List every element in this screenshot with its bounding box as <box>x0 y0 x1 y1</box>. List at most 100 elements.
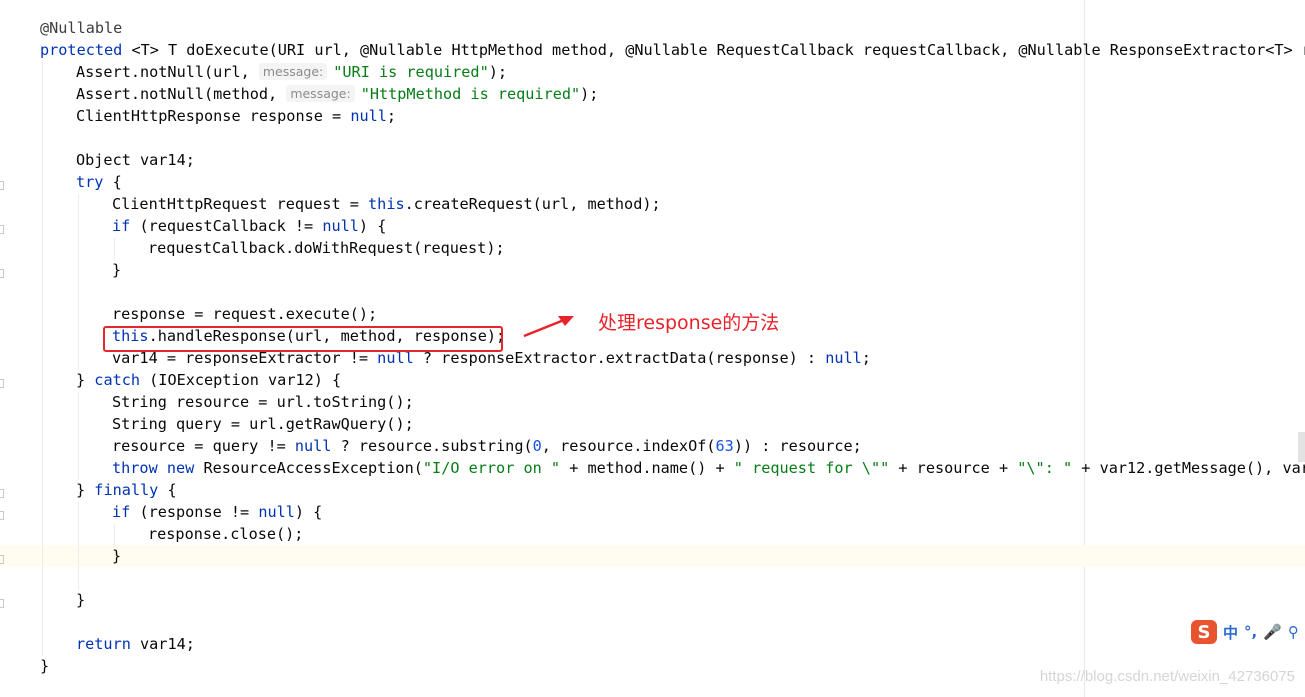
string-token: "URI is required" <box>333 63 489 81</box>
annotation-note: 处理response的方法 <box>598 312 780 334</box>
ime-punctuation-toggle[interactable]: °, <box>1244 623 1257 641</box>
string-token: "I/O error on " <box>422 459 561 477</box>
right-margin-guide <box>1084 0 1085 697</box>
fold-marker[interactable] <box>0 555 4 564</box>
code-line[interactable]: resource = query != null ? resource.subs… <box>112 435 862 457</box>
fold-marker[interactable] <box>0 379 4 388</box>
code-text: } <box>76 591 86 609</box>
indent-guide <box>114 238 115 260</box>
keyword-token: if <box>112 217 131 235</box>
fold-marker[interactable] <box>0 489 4 498</box>
indent-guide <box>78 194 79 370</box>
code-line[interactable]: response.close(); <box>148 523 303 545</box>
keyword-token: protected <box>40 41 123 59</box>
fold-marker[interactable] <box>0 181 4 190</box>
fold-marker[interactable] <box>0 225 4 234</box>
code-line[interactable]: requestCallback.doWithRequest(request); <box>148 237 505 259</box>
code-text: ; <box>386 107 397 125</box>
code-text: ; <box>861 349 871 367</box>
code-line[interactable]: return var14; <box>76 633 195 655</box>
keyword-token: finally <box>94 481 159 499</box>
code-line[interactable]: ClientHttpResponse response = null; <box>76 105 396 127</box>
keyword-token: null <box>322 217 359 235</box>
parameter-hint: message: <box>258 63 328 80</box>
keyword-token: catch <box>94 371 141 389</box>
code-text: response = request.execute(); <box>112 305 378 323</box>
highlight-box <box>103 326 503 352</box>
code-line[interactable]: } <box>112 259 121 281</box>
code-line[interactable]: } <box>112 545 121 567</box>
parameter-hint: message: <box>286 85 355 102</box>
keyword-token: null <box>350 107 387 125</box>
keyword-token: null <box>825 349 862 367</box>
code-text: } <box>112 261 122 279</box>
code-text: } <box>40 657 50 675</box>
keyword-token: throw <box>112 459 158 477</box>
keyword-token: try <box>76 173 104 191</box>
code-line[interactable]: } <box>76 589 85 611</box>
code-line[interactable]: @Nullable <box>40 17 122 39</box>
code-line[interactable]: Object var14; <box>76 149 195 171</box>
string-token: "\": " <box>1017 459 1073 477</box>
keyword-token: if <box>112 503 131 521</box>
code-text: ) { <box>358 217 387 235</box>
code-line[interactable]: } <box>40 655 49 677</box>
code-text: ClientHttpResponse response = <box>76 107 351 125</box>
code-text: ); <box>580 85 599 103</box>
code-line[interactable]: } finally { <box>76 479 177 501</box>
code-text: )) : resource; <box>733 437 862 455</box>
indent-guide <box>78 502 79 590</box>
code-text: Assert.notNull(url, <box>76 63 259 81</box>
code-line[interactable]: throw new ResourceAccessException("I/O e… <box>112 457 1305 479</box>
code-text: String query = url.getRawQuery(); <box>112 415 414 433</box>
microphone-icon[interactable]: 🎤 <box>1263 623 1282 641</box>
code-text: (requestCallback != <box>130 217 323 235</box>
code-line[interactable]: if (requestCallback != null) { <box>112 215 386 237</box>
code-line[interactable]: try { <box>76 171 122 193</box>
code-text: .createRequest(url, method); <box>404 195 661 213</box>
keyword-token: null <box>258 503 295 521</box>
code-text: ClientHttpRequest request = <box>112 195 369 213</box>
string-token: " request for \"" <box>733 459 890 477</box>
number-token: 0 <box>532 437 542 455</box>
code-text: var14; <box>130 635 195 653</box>
code-text: } <box>112 547 122 565</box>
ime-toolbar[interactable]: S 中 °, 🎤 ⚲ <box>1191 619 1305 645</box>
code-line[interactable]: if (response != null) { <box>112 501 322 523</box>
keyword-token: return <box>76 635 131 653</box>
fold-marker[interactable] <box>0 511 4 520</box>
code-text: response.close(); <box>148 525 304 543</box>
keyword-token: null <box>294 437 332 455</box>
watermark: https://blog.csdn.net/weixin_42736075 <box>1039 668 1295 685</box>
code-line[interactable]: } catch (IOException var12) { <box>76 369 341 391</box>
indent-guide <box>114 524 115 546</box>
code-line[interactable]: Assert.notNull(method, message: "HttpMeth… <box>76 83 598 105</box>
code-line[interactable]: Assert.notNull(url, message: "URI is requ… <box>76 61 507 83</box>
ime-language-toggle[interactable]: 中 <box>1223 622 1238 643</box>
code-text: } <box>76 481 95 499</box>
scrollbar-thumb[interactable] <box>1298 432 1305 462</box>
code-line[interactable]: response = request.execute(); <box>112 303 377 325</box>
ime-more-icon[interactable]: ⚲ <box>1288 623 1299 641</box>
indent-guide <box>78 392 79 480</box>
fold-marker[interactable] <box>0 599 4 608</box>
code-line[interactable]: protected <T> T doExecute(URI url, @Null… <box>40 39 1305 61</box>
code-text: { <box>158 481 177 499</box>
fold-marker[interactable] <box>0 269 4 278</box>
code-text: Assert.notNull(method, <box>76 85 287 103</box>
code-text: ) { <box>294 503 323 521</box>
code-line[interactable]: ClientHttpRequest request = this.createR… <box>112 193 661 215</box>
code-text: Object var14; <box>76 151 195 169</box>
code-text: ? resource.substring( <box>331 437 533 455</box>
code-text: ResourceAccessException( <box>194 459 423 477</box>
code-text: , resource.indexOf( <box>541 437 716 455</box>
sogou-logo-icon[interactable]: S <box>1191 620 1217 644</box>
code-line[interactable]: String query = url.getRawQuery(); <box>112 413 414 435</box>
code-text: + var12.getMessage(), var12 <box>1072 459 1305 477</box>
code-text: resource = query != <box>112 437 295 455</box>
code-text: + method.name() + <box>560 459 734 477</box>
code-text: (response != <box>130 503 259 521</box>
code-text: <T> T doExecute(URI url, @Nullable HttpM… <box>122 41 1305 59</box>
code-line[interactable]: String resource = url.toString(); <box>112 391 414 413</box>
annotation-token: @Nullable <box>40 19 123 37</box>
